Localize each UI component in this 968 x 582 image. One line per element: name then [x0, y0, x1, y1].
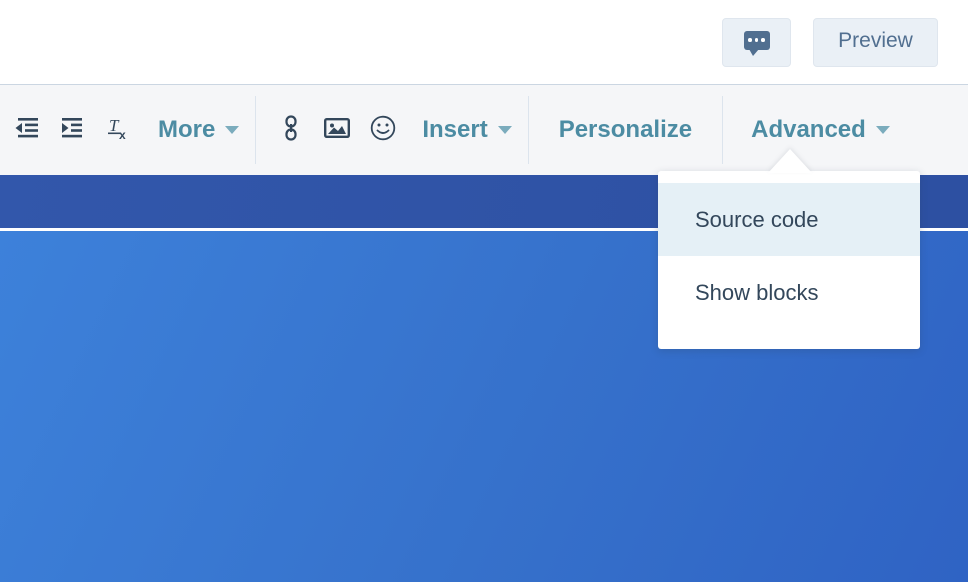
clear-formatting-icon: T x: [106, 115, 132, 146]
more-dropdown-label: More: [158, 116, 216, 143]
insert-dropdown-button[interactable]: Insert: [406, 85, 527, 175]
comment-button[interactable]: [722, 17, 791, 67]
chevron-down-icon: [497, 126, 512, 134]
personalize-button[interactable]: Personalize: [529, 85, 722, 175]
indent-button[interactable]: [50, 85, 96, 175]
more-dropdown-button[interactable]: More: [142, 85, 255, 175]
emoji-icon: [370, 115, 396, 146]
clear-formatting-button[interactable]: T x: [96, 85, 142, 175]
svg-text:x: x: [119, 128, 126, 141]
advanced-dropdown-button[interactable]: Advanced: [723, 85, 918, 175]
menu-item-show-blocks-label: Show blocks: [695, 279, 819, 305]
preview-button-label: Preview: [838, 29, 913, 52]
top-action-bar: Preview: [0, 0, 968, 85]
personalize-label: Personalize: [558, 116, 693, 143]
link-icon: [280, 114, 302, 146]
chevron-down-icon: [875, 126, 890, 134]
menu-item-source-code-label: Source code: [695, 206, 819, 232]
comment-bubble-icon: [743, 30, 770, 56]
toolbar-group-insert: Insert: [256, 85, 527, 175]
image-button[interactable]: [314, 85, 360, 175]
toolbar-group-advanced: Advanced: [723, 85, 918, 175]
image-icon: [324, 116, 351, 145]
menu-item-show-blocks[interactable]: Show blocks: [658, 256, 920, 329]
outdent-button[interactable]: [4, 85, 50, 175]
chevron-down-icon: [225, 126, 240, 134]
toolbar-group-personalize: Personalize: [529, 85, 722, 175]
advanced-dropdown-label: Advanced: [751, 116, 866, 143]
link-button[interactable]: [268, 85, 314, 175]
editor-toolbar: T x More Insert Personalize Advanced: [0, 85, 968, 175]
dropdown-pointer-arrow: [768, 149, 812, 173]
menu-item-source-code[interactable]: Source code: [658, 183, 920, 256]
toolbar-group-format: T x More: [0, 85, 255, 175]
preview-button[interactable]: Preview: [813, 17, 938, 67]
emoji-button[interactable]: [360, 85, 406, 175]
outdent-icon: [14, 116, 40, 145]
indent-icon: [60, 116, 86, 145]
insert-dropdown-label: Insert: [422, 116, 488, 143]
advanced-dropdown-menu: Source code Show blocks: [658, 171, 920, 349]
